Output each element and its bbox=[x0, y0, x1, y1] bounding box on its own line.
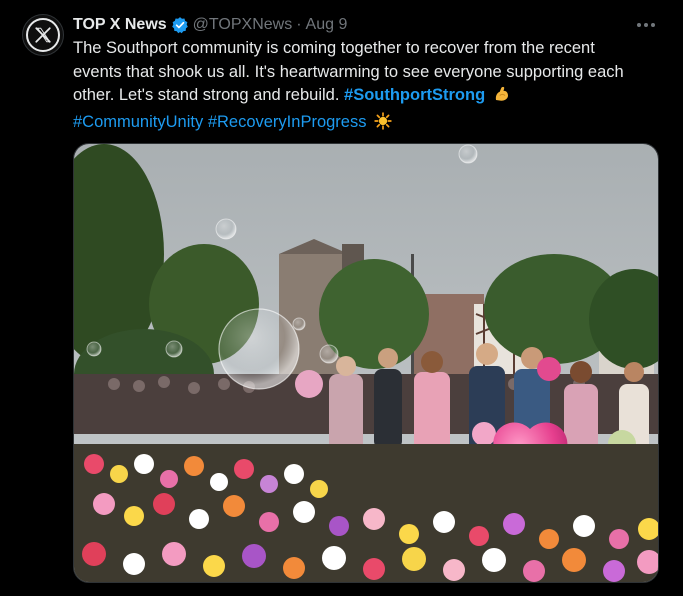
memorial-photo-illustration bbox=[74, 144, 658, 582]
x-logo-icon bbox=[26, 18, 60, 52]
hashtag-southportstrong[interactable]: #SouthportStrong bbox=[344, 86, 485, 104]
flexed-biceps-emoji bbox=[493, 85, 511, 111]
tweet-text: The Southport community is coming togeth… bbox=[73, 37, 663, 137]
tweet-header: TOP X News @TOPXNews · Aug 9 bbox=[73, 14, 347, 36]
tweet-photo[interactable] bbox=[73, 143, 659, 583]
user-handle[interactable]: @TOPXNews bbox=[193, 16, 293, 34]
separator-dot: · bbox=[296, 16, 302, 33]
tweet-date[interactable]: Aug 9 bbox=[306, 16, 348, 34]
tweet-card[interactable]: TOP X News @TOPXNews · Aug 9 The Southpo… bbox=[0, 0, 683, 596]
hashtag-recoveryinprogress[interactable]: #RecoveryInProgress bbox=[208, 113, 367, 131]
verified-badge-icon bbox=[171, 16, 189, 34]
tweet-text-line-3: other. Let's stand strong and rebuild. bbox=[73, 86, 340, 104]
avatar[interactable] bbox=[22, 14, 64, 56]
sun-emoji bbox=[374, 111, 392, 138]
tweet-text-line-2: events that shook us all. It's heartwarm… bbox=[73, 62, 624, 81]
more-options-icon[interactable] bbox=[635, 14, 657, 36]
tweet-text-line-1: The Southport community is coming togeth… bbox=[73, 39, 595, 57]
hashtag-communityunity[interactable]: #CommunityUnity bbox=[73, 113, 203, 131]
display-name[interactable]: TOP X News bbox=[73, 16, 167, 34]
